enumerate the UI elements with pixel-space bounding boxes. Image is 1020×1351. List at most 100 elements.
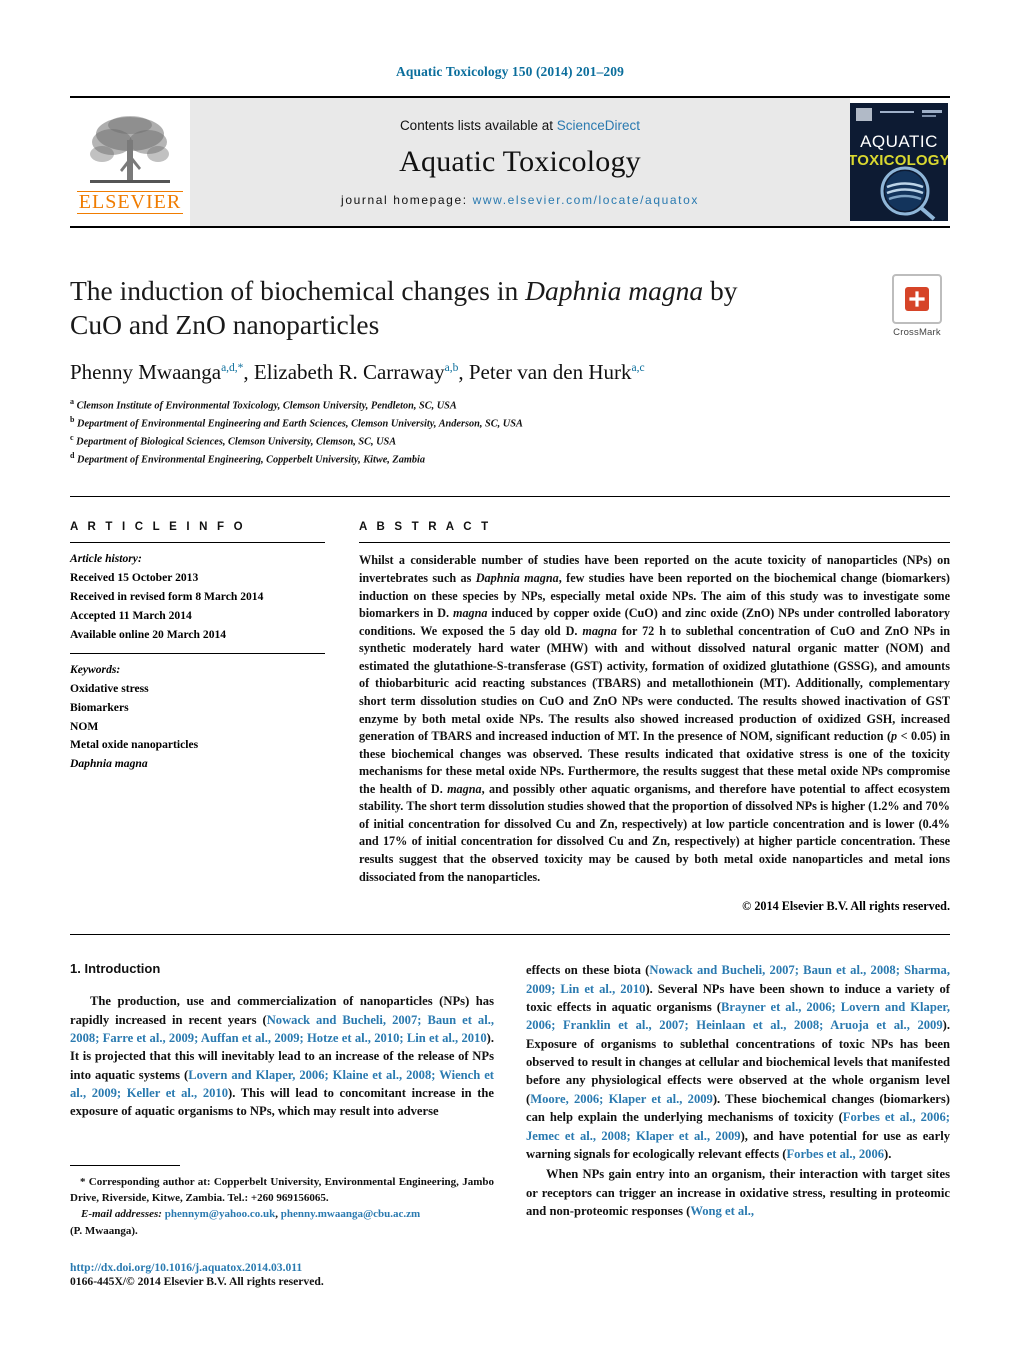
- abstract-text: Whilst a considerable number of studies …: [359, 543, 950, 886]
- keyword-item: Metal oxide nanoparticles: [70, 738, 199, 752]
- abstract-seg-4: for 72 h to sublethal concentration of C…: [359, 623, 950, 744]
- elsevier-logo: ELSEVIER: [70, 98, 190, 226]
- intro-paragraph-right-1: effects on these biota (Nowack and Buche…: [526, 961, 950, 1163]
- journal-title: Aquatic Toxicology: [399, 144, 641, 178]
- abstract-species-2: magna: [452, 606, 488, 621]
- journal-homepage-link[interactable]: www.elsevier.com/locate/aquatox: [473, 193, 699, 207]
- elsevier-tree-icon: [90, 116, 170, 183]
- journal-band: Contents lists available at ScienceDirec…: [190, 98, 850, 226]
- author-2-name: Elizabeth R. Carraway: [253, 360, 445, 385]
- affiliation-item: a Clemson Institute of Environmental Tox…: [70, 396, 950, 414]
- intro-seg-9: ).: [884, 1146, 892, 1161]
- footnote-rule: [70, 1164, 180, 1166]
- affiliation-mark: d: [70, 451, 75, 461]
- author-1: Phenny Mwaangaa,d,*: [70, 360, 243, 384]
- affiliation-list: a Clemson Institute of Environmental Tox…: [70, 396, 950, 468]
- keyword-item-species: Daphnia magna: [70, 757, 148, 771]
- info-abstract-section: A R T I C L E I N F O Article history: R…: [70, 521, 950, 914]
- author-1-affil-marks: a,d,: [221, 362, 238, 375]
- journal-homepage-line: journal homepage: www.elsevier.com/locat…: [341, 193, 699, 207]
- corresponding-author-footnote: * Corresponding author at: Copperbelt Un…: [70, 1174, 494, 1207]
- doi-block: http://dx.doi.org/10.1016/j.aquatox.2014…: [70, 1261, 494, 1288]
- citation-link[interactable]: Moore, 2006; Klaper et al., 2009: [530, 1092, 713, 1106]
- contents-prefix: Contents lists available at: [399, 117, 557, 133]
- email-author-name: (P. Mwaanga).: [70, 1224, 138, 1237]
- author-2-affil-marks: a,b: [444, 362, 459, 375]
- affiliation-text: Department of Environmental Engineering …: [77, 418, 523, 430]
- issn-copyright: 0166-445X/© 2014 Elsevier B.V. All right…: [70, 1274, 324, 1288]
- article-info-column: A R T I C L E I N F O Article history: R…: [70, 521, 325, 914]
- footnote-block: * Corresponding author at: Copperbelt Un…: [70, 1164, 494, 1288]
- corresponding-text: Corresponding author at: Copperbelt Univ…: [70, 1175, 494, 1205]
- history-online: Available online 20 March 2014: [70, 627, 227, 641]
- article-history-title: Article history:: [70, 552, 142, 566]
- abstract-species-1: Daphnia magna: [475, 571, 559, 585]
- divider-above-abstract: [70, 496, 950, 498]
- keyword-item: Biomarkers: [70, 700, 129, 714]
- journal-cover-thumbnail: AQUATIC TOXICOLOGY: [848, 103, 950, 221]
- article-page: Aquatic Toxicology 150 (2014) 201–209 EL…: [0, 0, 1020, 1351]
- affiliation-text: Department of Biological Sciences, Clems…: [76, 436, 397, 448]
- keyword-item: NOM: [70, 719, 99, 733]
- abstract-copyright: © 2014 Elsevier B.V. All rights reserved…: [742, 899, 950, 914]
- affiliation-item: c Department of Biological Sciences, Cle…: [70, 432, 950, 450]
- divider-below-abstract: [70, 934, 950, 936]
- contents-available-line: Contents lists available at ScienceDirec…: [400, 118, 640, 133]
- doi-link[interactable]: http://dx.doi.org/10.1016/j.aquatox.2014…: [70, 1261, 494, 1274]
- abstract-species-3: magna: [582, 623, 617, 638]
- elsevier-wordmark: ELSEVIER: [76, 191, 184, 214]
- section-heading-introduction: 1. Introduction: [70, 961, 161, 977]
- keyword-item: Oxidative stress: [70, 682, 149, 696]
- affiliation-text: Department of Environmental Engineering,…: [77, 454, 426, 466]
- abstract-column: A B S T R A C T Whilst a considerable nu…: [359, 521, 950, 914]
- title-part-1: The induction of biochemical changes in: [70, 275, 526, 306]
- title-species: Daphnia magna: [525, 275, 704, 306]
- citation-link[interactable]: Wong et al.,: [690, 1204, 754, 1218]
- abstract-seg-6: , and possibly other aquatic organisms, …: [359, 781, 950, 884]
- svg-text:TOXICOLOGY: TOXICOLOGY: [850, 152, 948, 169]
- author-1-name: Phenny Mwaanga: [70, 360, 222, 385]
- affiliation-mark: c: [70, 433, 74, 443]
- history-accepted: Accepted 11 March 2014: [70, 608, 192, 622]
- sciencedirect-link[interactable]: ScienceDirect: [557, 118, 640, 133]
- running-head: Aquatic Toxicology 150 (2014) 201–209: [396, 64, 624, 79]
- corresponding-author-marker[interactable]: *: [238, 362, 244, 374]
- history-revised: Received in revised form 8 March 2014: [70, 590, 264, 603]
- intro-paragraph-right-2: When NPs gain entry into an organism, th…: [526, 1165, 950, 1220]
- keywords-group: Keywords: Oxidative stress Biomarkers NO…: [70, 654, 325, 783]
- author-3-name: Peter van den Hurk: [468, 360, 632, 385]
- title-block: CrossMark The induction of biochemical c…: [70, 274, 950, 468]
- crossmark-label: CrossMark: [893, 327, 941, 338]
- history-received: Received 15 October 2013: [70, 571, 199, 585]
- crossmark-badge[interactable]: CrossMark: [884, 274, 950, 338]
- author-3-affil-marks: a,c: [631, 362, 645, 375]
- keywords-title: Keywords:: [70, 663, 121, 677]
- intro-seg-4: effects on these biota (: [526, 963, 650, 978]
- svg-text:AQUATIC: AQUATIC: [860, 132, 938, 151]
- affiliation-item: d Department of Environmental Engineerin…: [70, 450, 950, 468]
- email-footnote: E-mail addresses: phennym@yahoo.co.uk, p…: [70, 1206, 494, 1239]
- article-info-heading: A R T I C L E I N F O: [70, 521, 246, 534]
- affiliation-item: b Department of Environmental Engineerin…: [70, 414, 950, 432]
- body-column-right: effects on these biota (Nowack and Buche…: [526, 961, 950, 1288]
- intro-paragraph-left: The production, use and commercializatio…: [70, 992, 494, 1121]
- abstract-heading: A B S T R A C T: [359, 521, 492, 534]
- body-column-left: 1. Introduction The production, use and …: [70, 961, 494, 1288]
- journal-masthead: ELSEVIER Contents lists available at Sci…: [70, 96, 950, 228]
- crossmark-icon: [892, 274, 942, 324]
- page-title: The induction of biochemical changes in …: [70, 274, 770, 342]
- body-columns: 1. Introduction The production, use and …: [70, 961, 950, 1288]
- homepage-prefix: journal homepage:: [341, 192, 473, 207]
- citation-link[interactable]: Forbes et al., 2006: [786, 1147, 884, 1161]
- affiliation-mark: b: [70, 415, 75, 425]
- affiliation-text: Clemson Institute of Environmental Toxic…: [76, 400, 457, 412]
- abstract-species-4: magna: [447, 781, 482, 796]
- author-2: Elizabeth R. Carrawaya,b: [254, 360, 458, 384]
- author-3: Peter van den Hurka,c: [469, 360, 645, 384]
- article-history-group: Article history: Received 15 October 201…: [70, 543, 325, 653]
- email-link-2[interactable]: phenny.mwaanga@cbu.ac.zm: [281, 1208, 421, 1220]
- email-link-1[interactable]: phennym@yahoo.co.uk: [165, 1208, 275, 1220]
- affiliation-mark: a: [70, 397, 74, 407]
- email-label: E-mail addresses:: [81, 1208, 162, 1221]
- author-list: Phenny Mwaangaa,d,*, Elizabeth R. Carraw…: [70, 360, 645, 385]
